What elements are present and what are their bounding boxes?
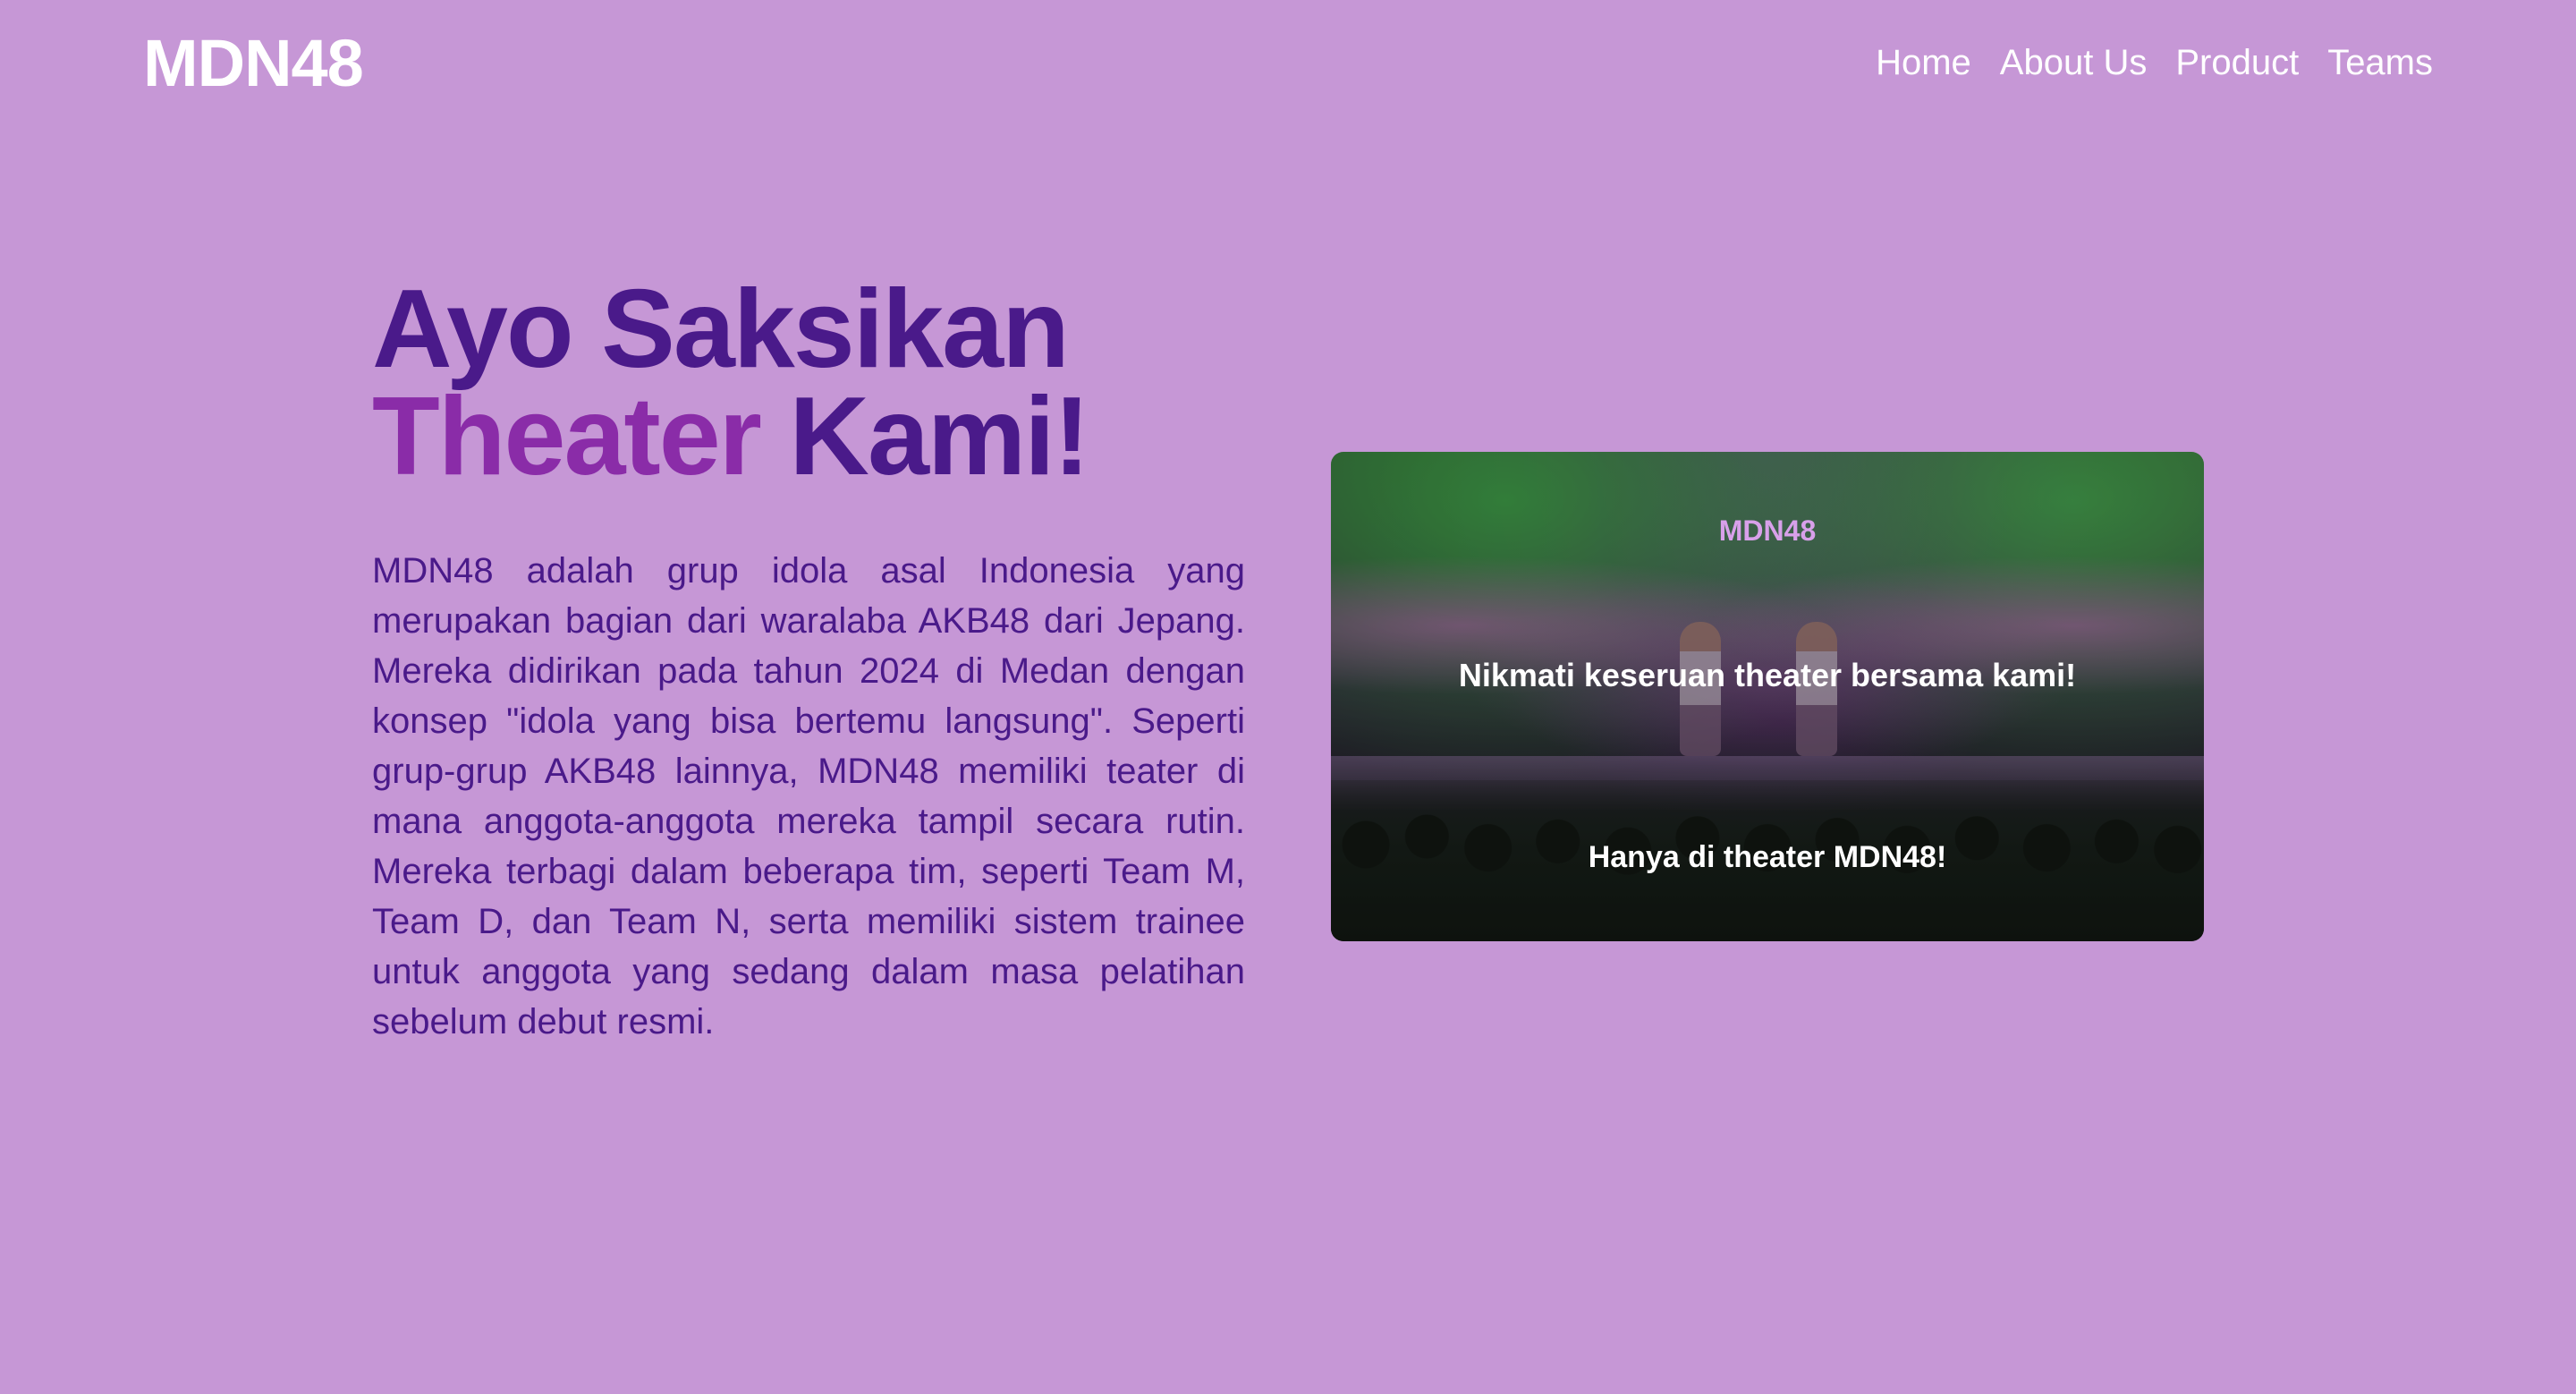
hero-title-rest: Kami! [789, 375, 1090, 498]
nav-links: Home About Us Product Teams [1876, 38, 2433, 88]
hero-title-line-1: Ayo Saksikan [372, 268, 1070, 391]
navbar: MDN48 Home About Us Product Teams [0, 0, 2576, 130]
nav-link-home[interactable]: Home [1876, 38, 1971, 88]
hero-title-accent: Theater [372, 375, 762, 498]
theater-banner-image: MDN48 Nikmati keseruan theater bersama k… [1331, 452, 2204, 941]
nav-link-teams[interactable]: Teams [2327, 38, 2433, 88]
nav-link-product[interactable]: Product [2175, 38, 2299, 88]
hero-title: Ayo Saksikan Theater Kami! [372, 268, 1245, 492]
banner-brand: MDN48 [1718, 514, 1817, 547]
banner-headline: Nikmati keseruan theater bersama kami! [1458, 657, 2077, 693]
hero-title-line-2: Theater Kami! [372, 381, 1245, 492]
nav-link-about-us[interactable]: About Us [2000, 38, 2148, 88]
site-logo[interactable]: MDN48 [143, 23, 364, 104]
banner-subline: Hanya di theater MDN48! [1588, 840, 1947, 874]
hero-section: Ayo Saksikan Theater Kami! MDN48 adalah … [372, 268, 1245, 1083]
hero-description: MDN48 adalah grup idola asal Indonesia y… [372, 551, 1245, 1041]
